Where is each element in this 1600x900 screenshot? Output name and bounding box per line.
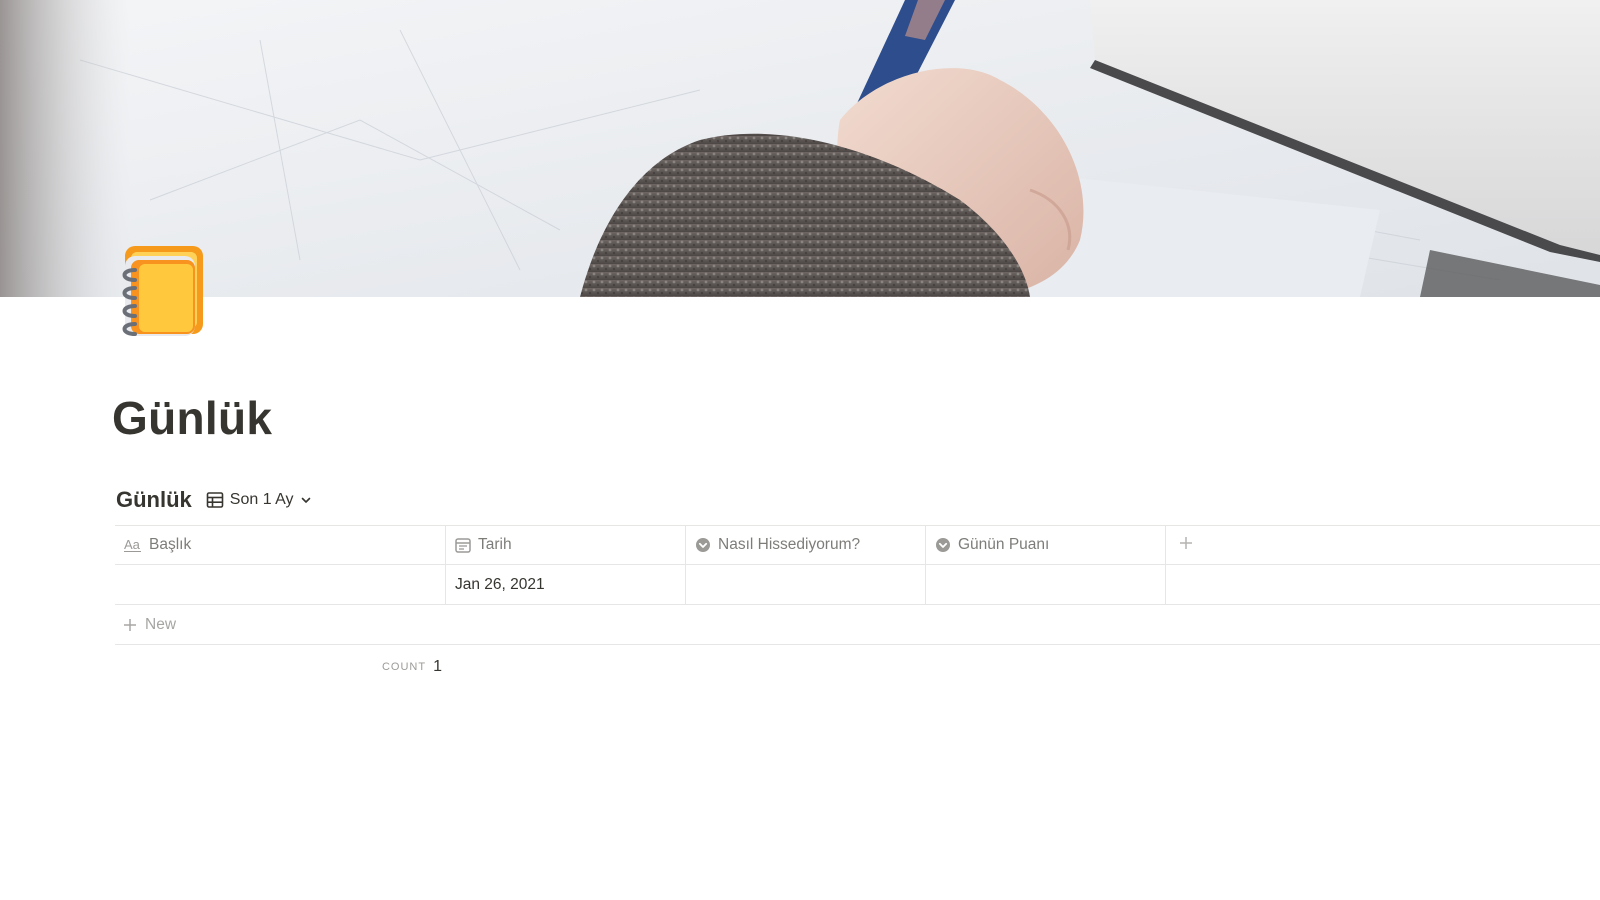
calendar-icon — [455, 537, 471, 553]
spiral-notebook-icon[interactable] — [111, 244, 211, 344]
plus-icon — [123, 618, 137, 632]
select-icon — [695, 537, 711, 553]
column-header-baslik[interactable]: Aa Başlık — [115, 526, 446, 564]
new-row-button[interactable]: New — [115, 605, 1600, 645]
calc-label: COUNT — [381, 661, 427, 673]
cover-image[interactable] — [0, 0, 1600, 297]
svg-text:Aa: Aa — [124, 537, 141, 552]
notion-page: Günlük Günlük Son 1 Ay Aa Başlık Tarih N… — [0, 0, 1600, 900]
calculation-row: COUNT 1 — [115, 645, 1600, 689]
view-label: Son 1 Ay — [229, 491, 294, 508]
calc-value: 1 — [433, 658, 442, 675]
table-header-row: Aa Başlık Tarih Nasıl Hissediyorum? Günü… — [115, 525, 1600, 565]
row-filler — [1206, 565, 1600, 604]
count-calculation[interactable]: COUNT 1 — [115, 658, 446, 676]
column-label: Tarih — [478, 536, 512, 553]
column-header-gunun-puani[interactable]: Günün Puanı — [926, 526, 1166, 564]
cover-illustration — [0, 0, 1600, 297]
column-label: Nasıl Hissediyorum? — [718, 536, 861, 553]
table-icon — [206, 491, 224, 509]
view-switcher[interactable]: Son 1 Ay — [206, 491, 312, 509]
database-header: Günlük Son 1 Ay — [116, 484, 312, 516]
table-row[interactable]: Jan 26, 2021 — [115, 565, 1600, 605]
header-filler — [1206, 526, 1600, 564]
column-label: Başlık — [149, 536, 192, 553]
chevron-down-icon — [300, 494, 312, 506]
column-header-nasil-hissediyorum[interactable]: Nasıl Hissediyorum? — [686, 526, 926, 564]
add-column-button[interactable] — [1166, 526, 1206, 564]
cell-nasil-hissediyorum[interactable] — [686, 565, 926, 604]
new-row-label: New — [145, 615, 177, 633]
cell-gunun-puani[interactable] — [926, 565, 1166, 604]
cell-baslik[interactable] — [115, 565, 446, 604]
column-label: Günün Puanı — [958, 536, 1050, 553]
page-title[interactable]: Günlük — [112, 388, 272, 448]
cell-tarih[interactable]: Jan 26, 2021 — [446, 565, 686, 604]
text-aa-icon: Aa — [124, 537, 142, 553]
column-header-tarih[interactable]: Tarih — [446, 526, 686, 564]
database-table: Aa Başlık Tarih Nasıl Hissediyorum? Günü… — [115, 525, 1600, 689]
select-icon — [935, 537, 951, 553]
plus-icon — [1179, 536, 1193, 555]
notebook-graphic — [122, 246, 203, 336]
database-title[interactable]: Günlük — [116, 487, 192, 513]
cell-empty — [1166, 565, 1206, 604]
